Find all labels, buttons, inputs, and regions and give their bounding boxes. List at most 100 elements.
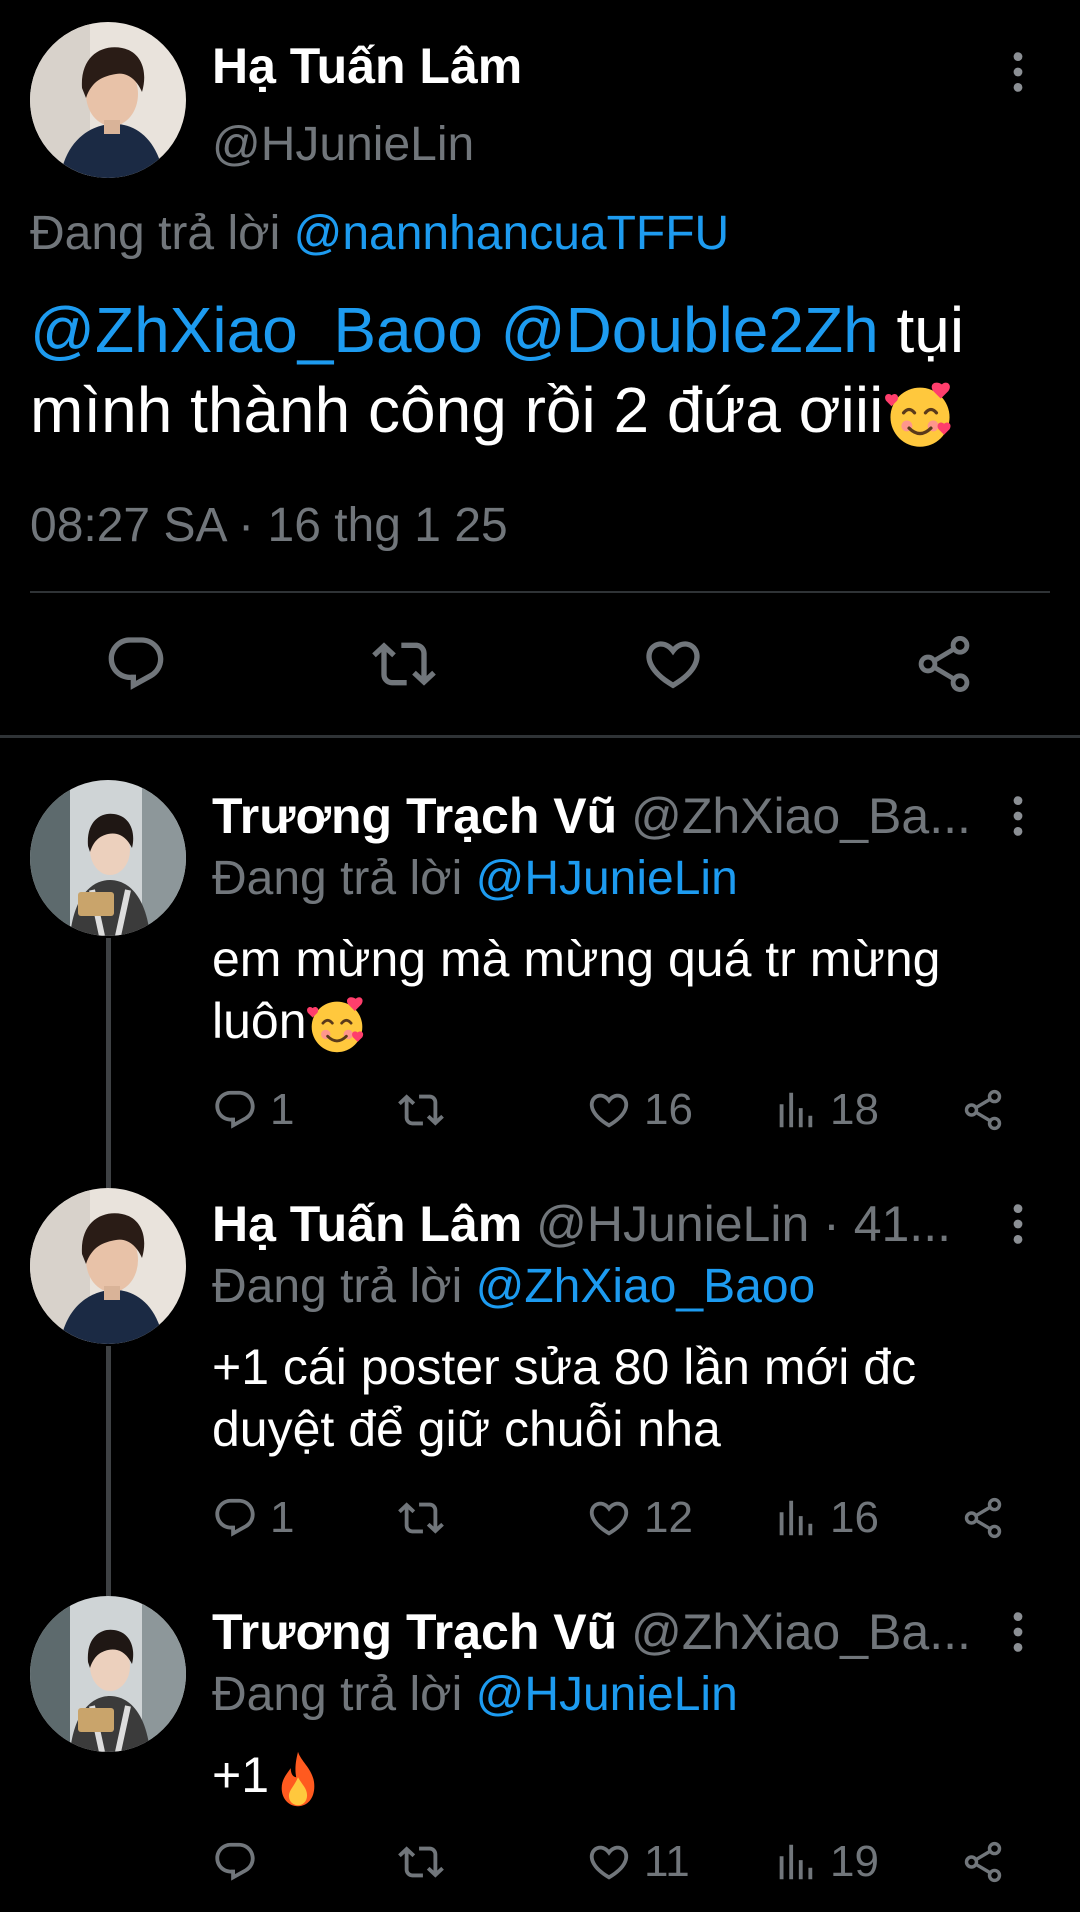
share-icon — [912, 632, 976, 696]
like-icon — [641, 632, 705, 696]
tweet-text-segment: luôn — [212, 993, 307, 1049]
retweet-button[interactable] — [398, 1488, 456, 1548]
tweet-text: @ZhXiao_Baoo @Double2Zh tụi mình thành c… — [30, 290, 1050, 450]
reply-button[interactable]: 1 — [212, 1488, 294, 1548]
views-icon — [772, 1495, 818, 1541]
author-name[interactable]: Trương Trạch Vũ — [212, 788, 617, 844]
more-options-icon[interactable] — [998, 42, 1038, 102]
tweet-timestamp[interactable]: 08:27 SA · 16 thg 1 25 — [30, 497, 508, 555]
avatar[interactable] — [30, 780, 186, 936]
tweet-text-segment: mình thành công rồi 2 đứa ơiii — [30, 374, 884, 446]
reply-header: Hạ Tuấn Lâm @HJunieLin · 41... — [212, 1194, 982, 1254]
retweet-button[interactable] — [398, 1080, 456, 1140]
divider — [30, 591, 1050, 593]
tweet-text-segment: em mừng mà mừng quá tr mừng — [212, 931, 941, 987]
reply-icon — [212, 1495, 258, 1541]
views-button[interactable]: 19 — [772, 1832, 879, 1892]
author-name[interactable]: Trương Trạch Vũ — [212, 1604, 617, 1660]
main-tweet: Hạ Tuấn Lâm @HJunieLin Đang trả lời @nan… — [0, 0, 1080, 735]
reply-header: Trương Trạch Vũ @ZhXiao_Ba... — [212, 786, 982, 846]
share-button[interactable] — [960, 1832, 1018, 1892]
reply-count: 1 — [270, 1085, 295, 1134]
like-icon — [586, 1839, 632, 1885]
author-handle[interactable]: @HJunieLin · 41... — [536, 1196, 951, 1252]
tweet-actions: 11 19 — [0, 1832, 1080, 1892]
reply-button[interactable] — [212, 1832, 270, 1892]
author-handle[interactable]: @ZhXiao_Ba... — [631, 1604, 971, 1660]
reply-icon — [104, 632, 168, 696]
like-button[interactable]: 11 — [586, 1832, 690, 1892]
reply-icon — [212, 1087, 258, 1133]
retweet-button[interactable] — [398, 1832, 456, 1892]
view-count: 19 — [830, 1837, 879, 1886]
share-icon — [960, 1495, 1006, 1541]
views-button[interactable]: 16 — [772, 1488, 879, 1548]
reply-tweet[interactable]: Trương Trạch Vũ @ZhXiao_Ba... Đang trả l… — [0, 780, 1080, 1140]
more-options-icon[interactable] — [998, 786, 1038, 846]
reply-count: 1 — [270, 1493, 295, 1542]
author-handle[interactable]: @ZhXiao_Ba... — [631, 788, 971, 844]
replying-to: Đang trả lời @ZhXiao_Baoo — [212, 1258, 815, 1316]
like-button[interactable] — [641, 632, 705, 696]
replying-prefix: Đang trả lời — [212, 1260, 463, 1313]
section-divider — [0, 735, 1080, 738]
author-handle[interactable]: @HJunieLin — [212, 116, 474, 174]
tweet-text: em mừng mà mừng quá tr mừng luôn — [212, 928, 1042, 1055]
reply-tweet[interactable]: Trương Trạch Vũ @ZhXiao_Ba... Đang trả l… — [0, 1596, 1080, 1912]
replying-to-link[interactable]: @ZhXiao_Baoo — [476, 1260, 816, 1313]
replying-to: Đang trả lời @HJunieLin — [212, 850, 738, 908]
reply-tweet[interactable]: Hạ Tuấn Lâm @HJunieLin · 41... Đang trả … — [0, 1188, 1080, 1548]
replying-to-link[interactable]: @HJunieLin — [476, 852, 738, 905]
author-name[interactable]: Hạ Tuấn Lâm — [212, 1196, 522, 1252]
avatar[interactable] — [30, 1596, 186, 1752]
share-icon — [960, 1839, 1006, 1885]
smiling-face-with-hearts-icon — [307, 995, 367, 1055]
replying-to: Đang trả lời @HJunieLin — [212, 1666, 738, 1724]
like-count: 16 — [644, 1085, 693, 1134]
like-count: 11 — [644, 1837, 690, 1886]
like-button[interactable]: 12 — [586, 1488, 693, 1548]
views-icon — [772, 1839, 818, 1885]
tweet-text-segment: tụi — [896, 294, 965, 366]
reply-button[interactable]: 1 — [212, 1080, 294, 1140]
like-button[interactable]: 16 — [586, 1080, 693, 1140]
retweet-icon — [398, 1087, 444, 1133]
tweet-text-segment: +1 — [212, 1747, 270, 1803]
like-icon — [586, 1087, 632, 1133]
like-count: 12 — [644, 1493, 693, 1542]
avatar[interactable] — [30, 22, 186, 178]
views-icon — [772, 1087, 818, 1133]
smiling-face-with-hearts-icon — [885, 380, 955, 450]
share-icon — [960, 1087, 1006, 1133]
avatar[interactable] — [30, 1188, 186, 1344]
view-count: 16 — [830, 1493, 879, 1542]
retweet-button[interactable] — [372, 632, 436, 696]
replying-prefix: Đang trả lời — [30, 207, 281, 260]
mention-link[interactable]: @Double2Zh — [501, 294, 879, 366]
tweet-actions: 1 12 16 — [0, 1488, 1080, 1548]
retweet-icon — [372, 632, 436, 696]
share-button[interactable] — [912, 632, 976, 696]
replying-to-link[interactable]: @HJunieLin — [476, 1668, 738, 1721]
replying-prefix: Đang trả lời — [212, 852, 463, 905]
tweet-text-segment: duyệt để giữ chuỗi nha — [212, 1401, 721, 1457]
mention-link[interactable]: @ZhXiao_Baoo — [30, 294, 483, 366]
replying-prefix: Đang trả lời — [212, 1668, 463, 1721]
more-options-icon[interactable] — [998, 1602, 1038, 1662]
fire-icon — [269, 1750, 327, 1808]
replying-to-link[interactable]: @nannhancuaTFFU — [294, 207, 730, 260]
retweet-icon — [398, 1839, 444, 1885]
more-options-icon[interactable] — [998, 1194, 1038, 1254]
like-icon — [586, 1495, 632, 1541]
tweet-text: +1 — [212, 1744, 1042, 1808]
share-button[interactable] — [960, 1488, 1018, 1548]
tweet-text-segment: +1 cái poster sửa 80 lần mới đc — [212, 1339, 917, 1395]
reply-header: Trương Trạch Vũ @ZhXiao_Ba... — [212, 1602, 982, 1662]
tweet-text: +1 cái poster sửa 80 lần mới đc duyệt để… — [212, 1336, 1042, 1460]
views-button[interactable]: 18 — [772, 1080, 879, 1140]
share-button[interactable] — [960, 1080, 1018, 1140]
tweet-actions: 1 16 18 — [0, 1080, 1080, 1140]
reply-button[interactable] — [104, 632, 168, 696]
author-name[interactable]: Hạ Tuấn Lâm — [212, 36, 522, 96]
view-count: 18 — [830, 1085, 879, 1134]
